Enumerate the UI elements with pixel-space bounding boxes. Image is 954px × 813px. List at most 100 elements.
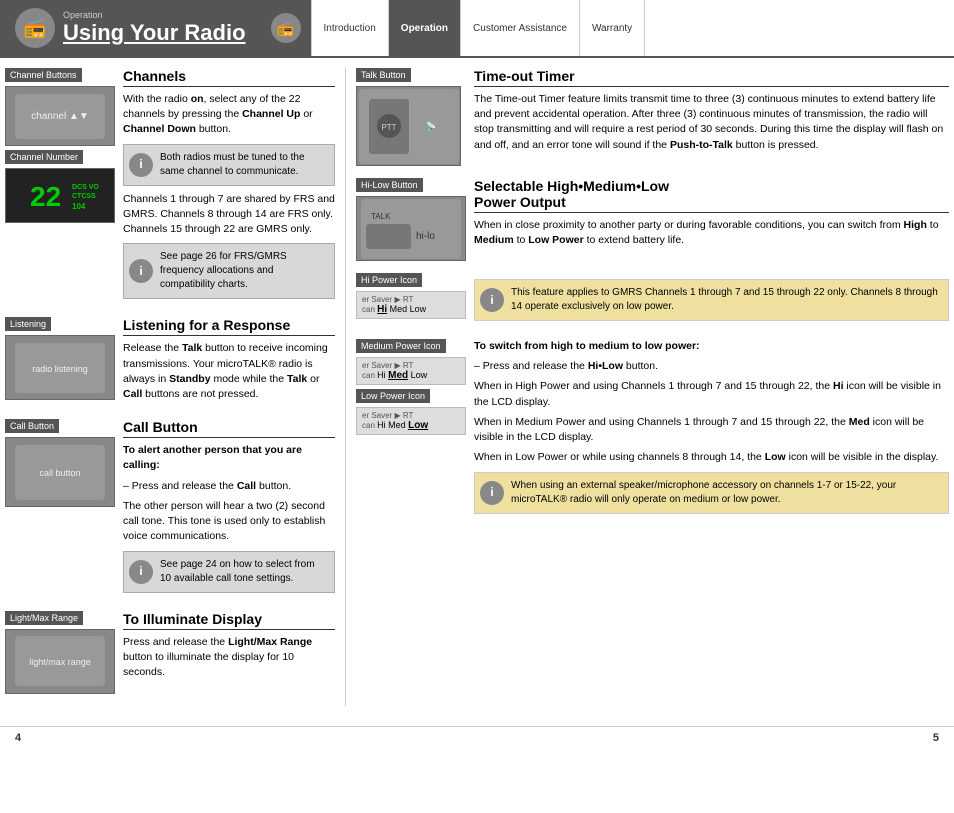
call-button-section: Call Button call button Call Button To a…: [5, 419, 335, 598]
light-max-range-title: To Illuminate Display: [123, 611, 335, 630]
call-button-step1: – Press and release the Call button.: [123, 479, 335, 494]
nav-item-warranty[interactable]: Warranty: [580, 0, 645, 56]
listening-row: Listening radio listening Listening for …: [5, 317, 335, 407]
channel-buttons-image: channel ▲▼: [5, 86, 115, 146]
svg-text:104: 104: [72, 202, 86, 211]
timeout-timer-content: Time-out Timer The Time-out Timer featur…: [474, 68, 949, 166]
header-nav: Introduction Operation Customer Assistan…: [311, 0, 954, 56]
power-output-row: Hi-Low Button TALK hi-lo Selectable High…: [356, 178, 949, 261]
timeout-timer-row: Talk Button PTT 📡 Time-out Timer: [356, 68, 949, 166]
header-logo-right-icon: 📻: [271, 13, 301, 43]
call-button-row: Call Button call button Call Button To a…: [5, 419, 335, 598]
talk-button-image: PTT 📡: [356, 86, 461, 166]
switch-title: To switch from high to medium to low pow…: [474, 339, 949, 354]
channels-content: Channels With the radio on, select any o…: [123, 68, 335, 305]
channel-buttons-label: Channel Buttons: [5, 68, 82, 82]
channel-buttons-svg: channel ▲▼: [10, 89, 110, 144]
call-button-step2: The other person will hear a two (2) sec…: [123, 499, 335, 545]
info-icon-2: i: [129, 259, 153, 283]
hi-power-icon-row: Hi Power Icon er Saver ▶ RT can Hi Med L…: [356, 273, 949, 327]
svg-text:📡: 📡: [426, 121, 436, 131]
timeout-timer-text: The Time-out Timer feature limits transm…: [474, 92, 949, 153]
left-column: Channel Buttons channel ▲▼ Channel Numbe…: [5, 68, 345, 706]
call-button-label: Call Button: [5, 419, 59, 433]
hi-indicator: Hi: [377, 304, 387, 315]
call-info-text: See page 24 on how to select from 10 ava…: [160, 559, 315, 584]
timeout-timer-title: Time-out Timer: [474, 68, 949, 87]
hi-low-button-image: TALK hi-lo: [356, 196, 466, 261]
main-content: Channel Buttons channel ▲▼ Channel Numbe…: [0, 58, 954, 716]
low-power-icon-label: Low Power Icon: [356, 389, 430, 403]
svg-text:call button: call button: [39, 468, 80, 478]
hi-power-info-box: i This feature applies to GMRS Channels …: [474, 279, 949, 321]
switch-step2: When in High Power and using Channels 1 …: [474, 379, 949, 409]
channel-number-svg: 22 DCS VO CTCSS 104: [10, 171, 110, 221]
channels-info-box2: i See page 26 for FRS/GMRS frequency all…: [123, 243, 335, 299]
channels-info-box: i Both radios must be tuned to the same …: [123, 144, 335, 186]
svg-text:radio listening: radio listening: [32, 364, 88, 374]
header-right: 📻 Introduction Operation Customer Assist…: [261, 0, 954, 56]
nav-item-introduction[interactable]: Introduction: [312, 0, 389, 56]
power-output-content: Selectable High•Medium•LowPower Output W…: [474, 178, 949, 261]
call-button-label-col: Call Button call button: [5, 419, 115, 598]
power-output-text: When in close proximity to another party…: [474, 218, 949, 248]
header-left: 📻 Operation Using Your Radio: [0, 0, 261, 56]
talk-button-label: Talk Button: [356, 68, 411, 82]
hi-low-button-svg: TALK hi-lo: [361, 199, 461, 259]
call-button-subtitle: To alert another person that you are cal…: [123, 443, 335, 473]
hi-power-icon-display: er Saver ▶ RT can Hi Med Low: [356, 291, 466, 319]
channels-info-text: Both radios must be tuned to the same ch…: [160, 152, 305, 177]
listening-title: Listening for a Response: [123, 317, 335, 336]
info-icon-4: i: [480, 288, 504, 312]
channels-text: With the radio on, select any of the 22 …: [123, 92, 335, 138]
timeout-timer-section: Talk Button PTT 📡 Time-out Timer: [356, 68, 949, 166]
channels-title: Channels: [123, 68, 335, 87]
light-max-range-row: Light/Max Range light/max range To Illum…: [5, 611, 335, 694]
svg-text:light/max range: light/max range: [29, 657, 91, 667]
med-indicator: Med: [388, 370, 408, 381]
page-title: Using Your Radio: [63, 20, 246, 46]
switch-step1: – Press and release the Hi•Low button.: [474, 359, 949, 374]
power-output-section: Hi-Low Button TALK hi-lo Selectable High…: [356, 178, 949, 261]
svg-text:CTCSS: CTCSS: [72, 193, 96, 200]
listening-content: Listening for a Response Release the Tal…: [123, 317, 335, 407]
info-icon-3: i: [129, 560, 153, 584]
switch-instructions-row: Medium Power Icon er Saver ▶ RT can Hi M…: [356, 339, 949, 520]
listening-text: Release the Talk button to receive incom…: [123, 341, 335, 402]
listening-svg: radio listening: [10, 338, 110, 398]
light-max-range-image: light/max range: [5, 629, 115, 694]
switch-info-box: i When using an external speaker/microph…: [474, 472, 949, 514]
call-button-title: Call Button: [123, 419, 335, 438]
low-indicator: Low: [408, 420, 428, 431]
info-icon-1: i: [129, 153, 153, 177]
light-max-range-svg: light/max range: [10, 631, 110, 691]
svg-text:DCS VO: DCS VO: [72, 184, 99, 191]
svg-text:channel ▲▼: channel ▲▼: [31, 111, 89, 122]
svg-text:PTT: PTT: [381, 123, 396, 132]
hi-power-icon-section: Hi Power Icon er Saver ▶ RT can Hi Med L…: [356, 273, 949, 327]
light-max-range-content: To Illuminate Display Press and release …: [123, 611, 335, 694]
channel-number-image: 22 DCS VO CTCSS 104: [5, 168, 115, 223]
call-button-info-box: i See page 24 on how to select from 10 a…: [123, 551, 335, 593]
talk-button-label-col: Talk Button PTT 📡: [356, 68, 466, 166]
channels-info2-text: See page 26 for FRS/GMRS frequency alloc…: [160, 251, 287, 290]
channel-number-label: Channel Number: [5, 150, 83, 164]
header-operation-label: Operation: [63, 10, 246, 20]
listening-image: radio listening: [5, 335, 115, 400]
talk-button-svg: PTT 📡: [359, 89, 459, 164]
listening-section: Listening radio listening Listening for …: [5, 317, 335, 407]
nav-item-operation[interactable]: Operation: [389, 0, 461, 56]
header-right-logo: 📻: [261, 0, 311, 56]
info-icon-5: i: [480, 481, 504, 505]
light-max-range-label: Light/Max Range: [5, 611, 83, 625]
hi-power-icon-label-col: Hi Power Icon er Saver ▶ RT can Hi Med L…: [356, 273, 466, 327]
listening-label: Listening: [5, 317, 51, 331]
power-output-title: Selectable High•Medium•LowPower Output: [474, 178, 949, 213]
call-button-svg: call button: [10, 440, 110, 505]
channels-row: Channel Buttons channel ▲▼ Channel Numbe…: [5, 68, 335, 305]
medium-low-icon-label-col: Medium Power Icon er Saver ▶ RT can Hi M…: [356, 339, 466, 520]
nav-item-customer-assistance[interactable]: Customer Assistance: [461, 0, 580, 56]
hi-power-icon-label: Hi Power Icon: [356, 273, 422, 287]
call-button-content: Call Button To alert another person that…: [123, 419, 335, 598]
listening-label-col: Listening radio listening: [5, 317, 115, 407]
